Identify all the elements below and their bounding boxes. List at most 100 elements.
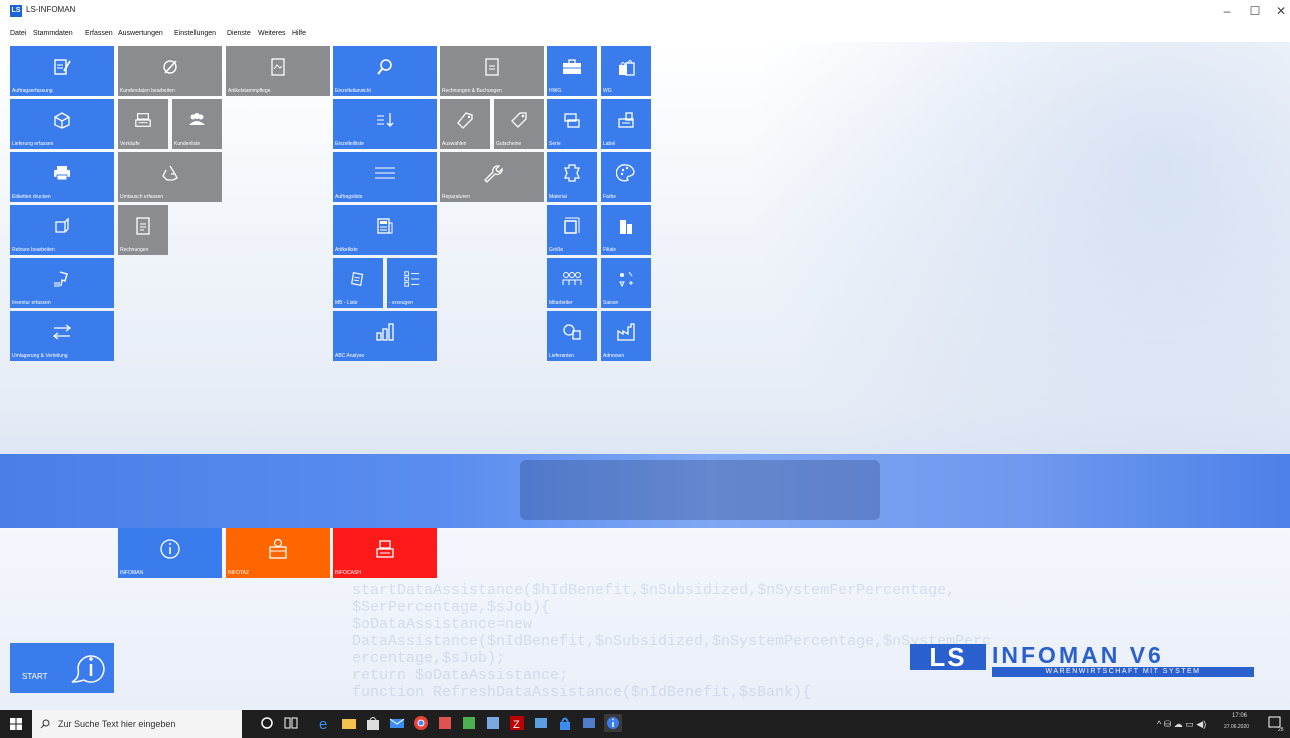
app-icon[interactable]	[580, 714, 598, 732]
tile-label: Etiketten drucken	[12, 194, 51, 200]
mail-icon[interactable]	[388, 714, 406, 732]
tile-label: - erzeugen	[389, 300, 413, 306]
tile-label: Filiale	[603, 247, 617, 253]
tile-material[interactable]: Material	[547, 152, 597, 202]
background-shop-shadow	[520, 460, 880, 520]
close-button[interactable]: ✕	[1266, 4, 1290, 20]
tile-abc-analyse[interactable]: ABC Analyse	[333, 311, 437, 361]
tile-hwg[interactable]: HWG	[547, 46, 597, 96]
tile-serie[interactable]: Serie	[547, 99, 597, 149]
tile-groesse[interactable]: Größe	[547, 205, 597, 255]
tile-einzelteilliste[interactable]: Einzelteilliste	[333, 99, 437, 149]
recycle-icon	[162, 165, 178, 181]
task-view-icon[interactable]	[282, 714, 300, 732]
app-icon[interactable]	[436, 714, 454, 732]
maps-icon[interactable]	[460, 714, 478, 732]
menu-stammdaten[interactable]: Stammdaten	[33, 30, 73, 37]
file-explorer-icon[interactable]	[340, 714, 358, 732]
menu-weiteres[interactable]: Weiteres	[258, 30, 286, 37]
leather-hide-icon	[564, 164, 580, 182]
tile-label: Verkäufe	[120, 141, 140, 147]
supplier-icon	[563, 324, 581, 340]
tile-mitarbeiter[interactable]: Mitarbeiter	[547, 258, 597, 308]
menu-hilfe[interactable]: Hilfe	[292, 30, 306, 37]
menu-datei[interactable]: Datei	[10, 30, 26, 37]
start-label: START	[22, 672, 48, 681]
checklist-icon	[404, 271, 420, 287]
infoman-taskbar-icon[interactable]	[604, 714, 622, 732]
tile-adressen[interactable]: Adressen	[601, 311, 651, 361]
tile-infotaz[interactable]: INFOTAZ	[226, 528, 330, 578]
tile-rechnungen-buchungen[interactable]: Rechnungen & Buchungen	[440, 46, 544, 96]
tile-label: INFOCASH	[335, 570, 361, 576]
tile-auftragserfassung[interactable]: Auftragserfassung	[10, 46, 114, 96]
tile-verkaeufe[interactable]: Verkäufe	[118, 99, 168, 149]
tile-label-printer[interactable]: Label	[601, 99, 651, 149]
tile-saison[interactable]: Saison	[601, 258, 651, 308]
menu-auswertungen[interactable]: Auswertungen	[118, 30, 163, 37]
tile-kundenliste[interactable]: Kundenliste	[172, 99, 222, 149]
app-icon[interactable]	[484, 714, 502, 732]
tile-lieferanten[interactable]: Lieferanten	[547, 311, 597, 361]
menu-dienste[interactable]: Dienste	[227, 30, 251, 37]
store-icon[interactable]	[364, 714, 382, 732]
notepad-pen-icon	[54, 59, 71, 75]
tile-farbe[interactable]: Farbe	[601, 152, 651, 202]
tile-label: HWG	[549, 88, 562, 94]
tile-kundendaten-bearbeiten[interactable]: Kundendaten bearbeiten	[118, 46, 222, 96]
tile-filiale[interactable]: Filiale	[601, 205, 651, 255]
network-app-icon[interactable]	[532, 714, 550, 732]
tile-lieferung-erfassen[interactable]: Lieferung erfassen	[10, 99, 114, 149]
tile-mb-erzeugen[interactable]: - erzeugen	[387, 258, 437, 308]
sort-list-icon	[377, 113, 394, 127]
tile-umtausch-erfassen[interactable]: Umtausch erfassen	[118, 152, 222, 202]
logo-name: INFOMAN V6	[992, 642, 1164, 668]
stacked-briefcases-icon	[564, 113, 580, 128]
chrome-icon[interactable]	[412, 714, 430, 732]
search-icon	[40, 719, 50, 729]
menu-erfassen[interactable]: Erfassen	[85, 30, 113, 37]
tile-auftragsliste[interactable]: Auftragsliste	[333, 152, 437, 202]
code-line: $oDataAssistance=new	[352, 616, 533, 633]
tile-label: Reparaturen	[442, 194, 470, 200]
tile-artikelstammpflege[interactable]: Artikelstammpflege	[226, 46, 330, 96]
taskbar-search[interactable]: Zur Suche Text hier eingeben	[32, 710, 242, 738]
tile-retoure-bearbeiten[interactable]: Retoure bearbeiten	[10, 205, 114, 255]
start-button[interactable]: START	[10, 643, 114, 693]
tile-rechnungen[interactable]: Rechnungen	[118, 205, 168, 255]
employees-icon	[562, 272, 582, 285]
tile-mb-liste[interactable]: MB - Liste	[333, 258, 383, 308]
windows-start-icon[interactable]	[10, 718, 22, 730]
code-line: return $oDataAssistance;	[352, 667, 569, 684]
tile-label: Material	[549, 194, 567, 200]
clock-time[interactable]: 17:06	[1232, 713, 1247, 719]
tile-gutscheine[interactable]: Gutscheine	[494, 99, 544, 149]
tray-icons[interactable]: ^ ⛁ ☁ ▭ ◀)	[1157, 719, 1206, 730]
list-lines-icon	[375, 167, 395, 179]
tile-artikelliste[interactable]: Artikelliste	[333, 205, 437, 255]
info-icon	[160, 539, 180, 559]
tile-infocash[interactable]: INFOCASH	[333, 528, 437, 578]
tile-etiketten-drucken[interactable]: Etiketten drucken	[10, 152, 114, 202]
tile-label: Kundendaten bearbeiten	[120, 88, 175, 94]
tile-infoman[interactable]: INFOMAN	[118, 528, 222, 578]
tile-einzelteilansicht[interactable]: Einzelteilansicht	[333, 46, 437, 96]
menu-einstellungen[interactable]: Einstellungen	[174, 30, 216, 37]
tile-reparaturen[interactable]: Reparaturen	[440, 152, 544, 202]
cortana-icon[interactable]	[258, 714, 276, 732]
minimize-button[interactable]: –	[1212, 4, 1242, 20]
code-line: ercentage,$sJob);	[352, 650, 506, 667]
infoman-logo: LS INFOMAN V6 WARENWIRTSCHAFT MIT SYSTEM	[910, 640, 1256, 680]
tile-umlagerung-verteilung[interactable]: Umlagerung & Verteilung	[10, 311, 114, 361]
palette-icon	[616, 164, 635, 182]
tile-auswahlen[interactable]: Auswahlen	[440, 99, 490, 149]
edge-icon[interactable]: e	[316, 714, 334, 732]
tile-inventur-erfassen[interactable]: Inventur erfassen	[10, 258, 114, 308]
tile-wg[interactable]: WG	[601, 46, 651, 96]
code-line: function RefreshDataAssistance($nIdBenef…	[352, 684, 812, 701]
tile-label: Lieferanten	[549, 353, 575, 359]
clock-date[interactable]: 27.06.2020	[1224, 724, 1249, 730]
filezilla-icon[interactable]: Z	[508, 714, 526, 732]
lock-icon[interactable]	[556, 714, 574, 732]
code-line: DataAssistance($nIdBenefit,$nSubsidized,…	[352, 633, 992, 650]
